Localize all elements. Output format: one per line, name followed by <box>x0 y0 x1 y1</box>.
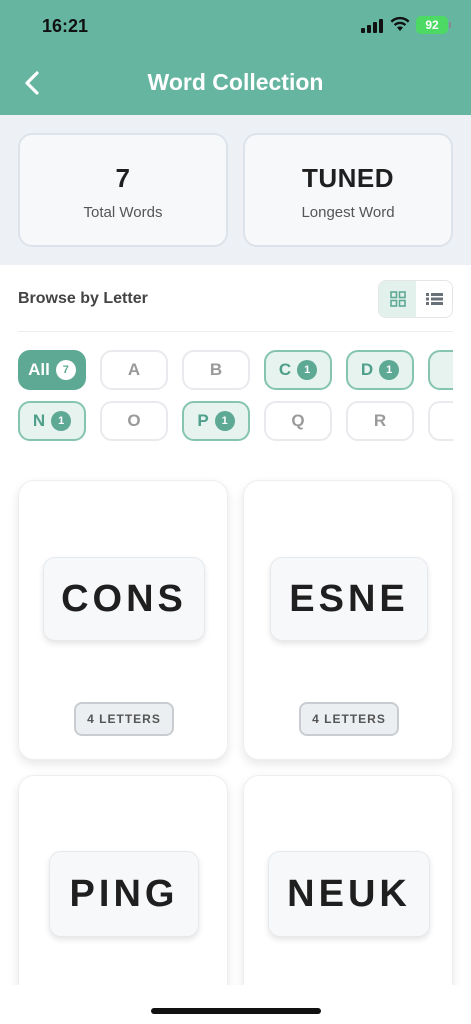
chip-count-badge: 7 <box>55 360 76 380</box>
list-icon <box>426 293 443 305</box>
view-toggle <box>378 280 453 318</box>
chip-letter: R <box>373 411 387 430</box>
stat-longest-word: TUNED Longest Word <box>243 133 453 247</box>
stat-value: 7 <box>115 163 131 193</box>
word-text: NEUK <box>268 851 430 937</box>
divider <box>18 331 453 332</box>
chip-letter: All <box>28 360 50 379</box>
app-header: 16:21 92 Word Collection <box>0 0 471 115</box>
home-indicator[interactable] <box>151 1008 321 1014</box>
letter-count-badge: 4 LETTERS <box>74 702 174 736</box>
chip-letter: D <box>360 360 374 379</box>
list-view-button[interactable] <box>416 281 453 317</box>
letter-chip-n[interactable]: N 1 <box>18 401 86 441</box>
chip-letter: N <box>32 411 46 430</box>
battery-tip <box>449 22 451 28</box>
word-card[interactable]: PING <box>18 775 228 985</box>
stat-total-words: 7 Total Words <box>18 133 228 247</box>
grid-view-button[interactable] <box>379 281 416 317</box>
word-card[interactable]: CONS 4 LETTERS <box>18 480 228 760</box>
stat-label: Longest Word <box>301 204 395 221</box>
chip-letter: Q <box>291 411 305 430</box>
chip-count-badge: 1 <box>214 411 235 431</box>
letter-filter-chips: All 7 A B C 1 D 1 E N 1 O P 1 Q R <box>18 350 453 444</box>
chip-count-badge: 1 <box>297 360 318 380</box>
word-text: PING <box>49 851 199 937</box>
battery-level: 92 <box>425 18 439 32</box>
letter-chip-e[interactable]: E <box>428 350 453 390</box>
page-title: Word Collection <box>147 69 324 95</box>
word-card-grid: CONS 4 LETTERS ESNE 4 LETTERS PING NEUK <box>0 465 471 985</box>
chip-count-badge: 1 <box>379 360 400 380</box>
cellular-signal-icon <box>361 19 383 33</box>
status-time: 16:21 <box>42 16 89 36</box>
nav-bar: Word Collection <box>0 58 471 108</box>
letter-chip-all[interactable]: All 7 <box>18 350 86 390</box>
chip-letter: A <box>127 360 141 379</box>
letter-count-badge: 4 LETTERS <box>299 702 399 736</box>
letter-chip-b[interactable]: B <box>182 350 250 390</box>
letter-chip-p[interactable]: P 1 <box>182 401 250 441</box>
chip-letter: B <box>209 360 223 379</box>
letter-chip-c[interactable]: C 1 <box>264 350 332 390</box>
word-card[interactable]: ESNE 4 LETTERS <box>243 480 453 760</box>
chip-letter: C <box>278 360 292 379</box>
stats-section: 7 Total Words TUNED Longest Word <box>0 115 471 265</box>
letter-chip-a[interactable]: A <box>100 350 168 390</box>
chip-letter: P <box>197 411 209 430</box>
letter-chip-q[interactable]: Q <box>264 401 332 441</box>
status-bar: 16:21 92 <box>0 0 471 50</box>
word-text: ESNE <box>270 557 428 641</box>
letter-chip-d[interactable]: D 1 <box>346 350 414 390</box>
word-text: CONS <box>43 557 205 641</box>
stat-value: TUNED <box>301 163 395 193</box>
battery-icon: 92 <box>416 16 448 34</box>
stat-label: Total Words <box>83 204 163 221</box>
word-card[interactable]: NEUK <box>243 775 453 985</box>
letter-chip-r[interactable]: R <box>346 401 414 441</box>
letter-chip-o[interactable]: O <box>100 401 168 441</box>
letter-chip-next[interactable] <box>428 401 453 441</box>
browse-title: Browse by Letter <box>18 290 148 307</box>
grid-icon <box>389 291 406 307</box>
wifi-icon <box>390 16 410 31</box>
home-indicator-area <box>0 985 471 1024</box>
chip-letter: O <box>127 411 141 430</box>
chip-count-badge: 1 <box>51 411 72 431</box>
